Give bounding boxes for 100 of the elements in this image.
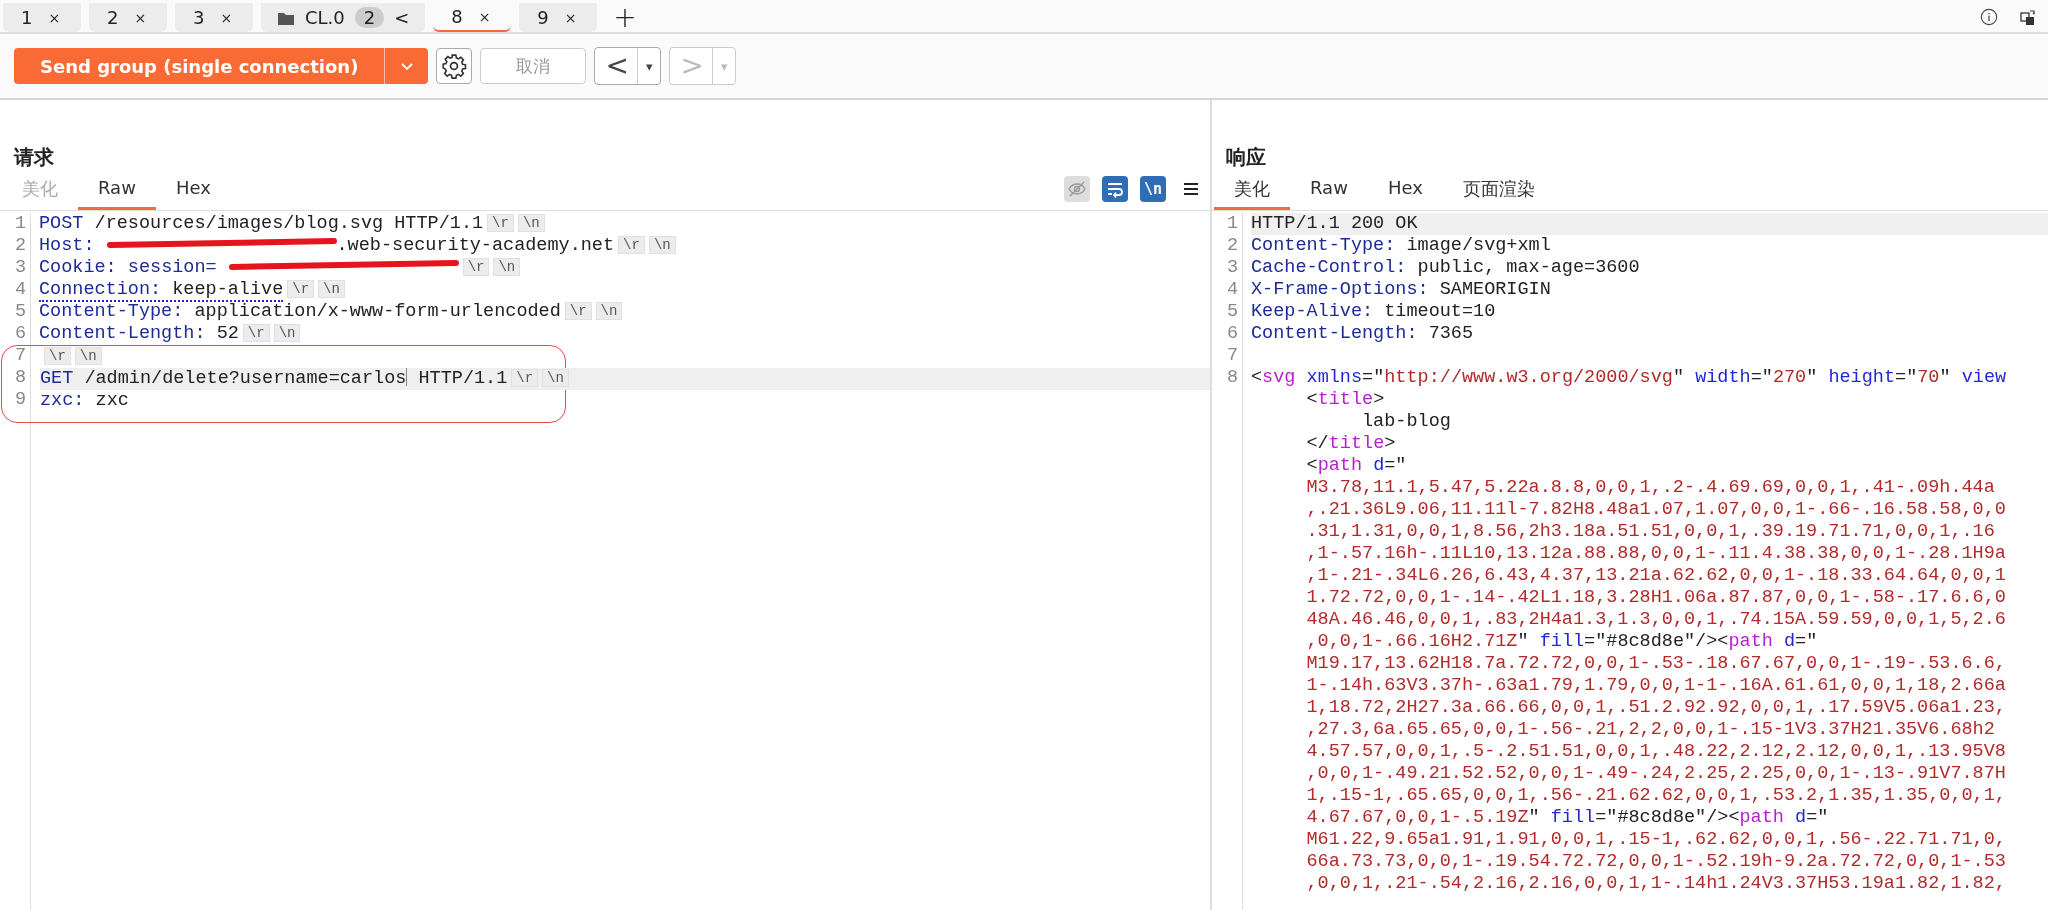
tab[interactable]: 1 × [3,3,81,32]
close-icon[interactable]: × [48,9,61,26]
code-text: =" [1750,367,1773,388]
code-text: application/x-www-form-urlencoded [193,301,561,322]
code-text: " [1806,367,1819,388]
view-tab[interactable]: Hex [1367,173,1443,210]
escape-marker: \n [318,280,345,298]
code-text: http://www.w3.org/2000/svg [1384,367,1673,388]
code-text: < [1251,367,1263,388]
escape-marker: \n [595,302,623,320]
code-text: X-Frame-Options: [1251,279,1429,300]
line-number: 3 [1226,257,1238,278]
new-tab-button[interactable]: + [605,1,645,34]
code-text: Cookie: [39,257,117,278]
tab[interactable]: 2 × [89,3,167,32]
code-text: lab-blog [1361,411,1451,432]
code-text: 270 [1772,367,1807,388]
code-text: timeout=10 [1383,301,1496,322]
code-text: Host: [39,235,95,256]
text-cursor [406,368,408,386]
line-number: 2 [14,235,26,256]
tab[interactable]: 9 × [519,3,598,32]
code-text: zxc: [40,390,85,411]
code-text: 4.67.67,0,0,1-.5.19Z [1305,807,1529,828]
code-text: " [1528,807,1541,828]
pane-title: 请求 [12,144,55,171]
escape-marker: \r [44,347,71,365]
code-text: path [1728,631,1773,652]
close-icon[interactable]: × [564,9,577,26]
line-number: 5 [14,301,26,322]
code-text: height [1828,367,1896,388]
line-number: 3 [14,257,26,278]
escape-marker: \r [487,214,514,232]
code-text: " [1672,367,1686,388]
collapse-toggle[interactable]: < [394,7,410,28]
tab[interactable]: 3 × [175,3,253,32]
escape-marker: \n [648,236,676,254]
code-text: < [1305,389,1318,410]
code-text: /resources/images/blog.svg HTTP/1.1 [93,213,484,234]
code-text: ,0,0,1-.66.16H2.71Z [1305,631,1518,652]
view-tab[interactable]: Hex [155,173,231,210]
code-text: SAMEORIGIN [1438,279,1551,300]
code-text: < [1305,455,1318,476]
back-button[interactable]: < [595,48,638,84]
code-text: =" [1895,367,1918,388]
code-text: HTTP/1.1 [417,368,508,389]
line-number: 6 [14,323,26,344]
code-text: " [1517,631,1530,652]
code-text: ,1-.21-.34L6.26,6.43,4.37,13.21a.62.62,0,0,1-.18.33.64.64,0,0,1 [1305,565,2006,586]
code-text: d [1794,807,1807,828]
code-text: 4.57.57,0,0,1,.5-.2.51.51,0,0,1,.48.22,2.12,2.12,0,0,1,.13.95V8 [1305,741,2006,762]
info-icon[interactable] [1980,8,1998,26]
line-number: 5 [1226,301,1238,322]
group-label: CL.0 [305,7,345,28]
settings-icon [441,53,468,79]
escape-marker: \r [511,369,539,387]
escape-marker: \r [242,324,270,342]
close-icon[interactable]: × [220,9,233,26]
code-text: GET [40,368,74,389]
view-tab[interactable]: Raw [78,173,156,210]
line-number: 1 [1226,213,1238,234]
code-text: M61.22,9.65a1.91,1.91,0,0,1,.15-1,.62.62,0,0,1,.56-.22.71.71,0, [1305,829,2006,850]
newline-toggle[interactable]: \n [1140,176,1166,202]
escape-marker: \n [517,214,545,232]
swap-windows-icon[interactable] [2020,8,2038,26]
tab-group[interactable]: CL.0 2 < [261,3,426,32]
count-badge: 2 [354,7,385,28]
code-text: ,.21.36L9.06,11.11l-7.82H8.48a1.07,1.07,0,0,1-.66-.16.58.58,0,0 [1305,499,2006,520]
settings-button[interactable] [436,48,473,84]
line-number: 7 [14,345,26,366]
code-text: .web-security-academy.net [336,235,615,256]
dropdown-button[interactable] [384,48,429,84]
line-number: 7 [1226,345,1238,366]
escape-marker: \r [462,258,490,276]
code-text: 1-.14h.63V3.37h-.63a1.79,1.79,0,0,1-1-.16A.61.61,0,0,1,18,2.66a [1305,675,2006,696]
code-text: POST [39,213,84,234]
close-icon[interactable]: × [134,9,147,26]
view-tab[interactable]: 美化 [1214,173,1290,210]
view-tab[interactable]: 页面渲染 [1442,173,1555,210]
line-number: 8 [14,367,26,388]
code-text: title [1328,433,1385,454]
line-number: 4 [1226,279,1238,300]
code-text: ,0,0,1,.21-.54,2.16,2.16,0,0,1,1-.14h1.24V3.37H53.19a1.82,1.82, [1305,873,2006,894]
line-number: 8 [1226,367,1238,388]
code-text: 1,18.72,2H27.3a.66.66,0,0,1,.51.2.92.92,0,0,1,.17.59V5.06a1.23, [1305,697,2006,718]
code-text: =" [1362,367,1385,388]
code-text: > [1373,389,1385,410]
line-number: 9 [14,389,26,410]
code-text: d [1782,631,1796,652]
code-text: width [1695,367,1751,388]
history-menu-button[interactable]: ▾ [637,48,661,84]
code-text: M19.17,13.62H18.7a.72.72,0,0,1-.53-.18.67.67,0,0,1-.19-.53.6.6, [1305,653,2006,674]
code-text: svg [1262,367,1296,388]
close-icon[interactable]: × [478,8,491,25]
code-text: Content-Length: [39,323,206,344]
escape-marker: \r [564,302,592,320]
line-number: 2 [1226,235,1238,256]
code-text: 52 [215,323,239,344]
view-tab[interactable]: Raw [1290,173,1368,210]
code-text: /admin/delete?username=carlos [83,368,407,389]
